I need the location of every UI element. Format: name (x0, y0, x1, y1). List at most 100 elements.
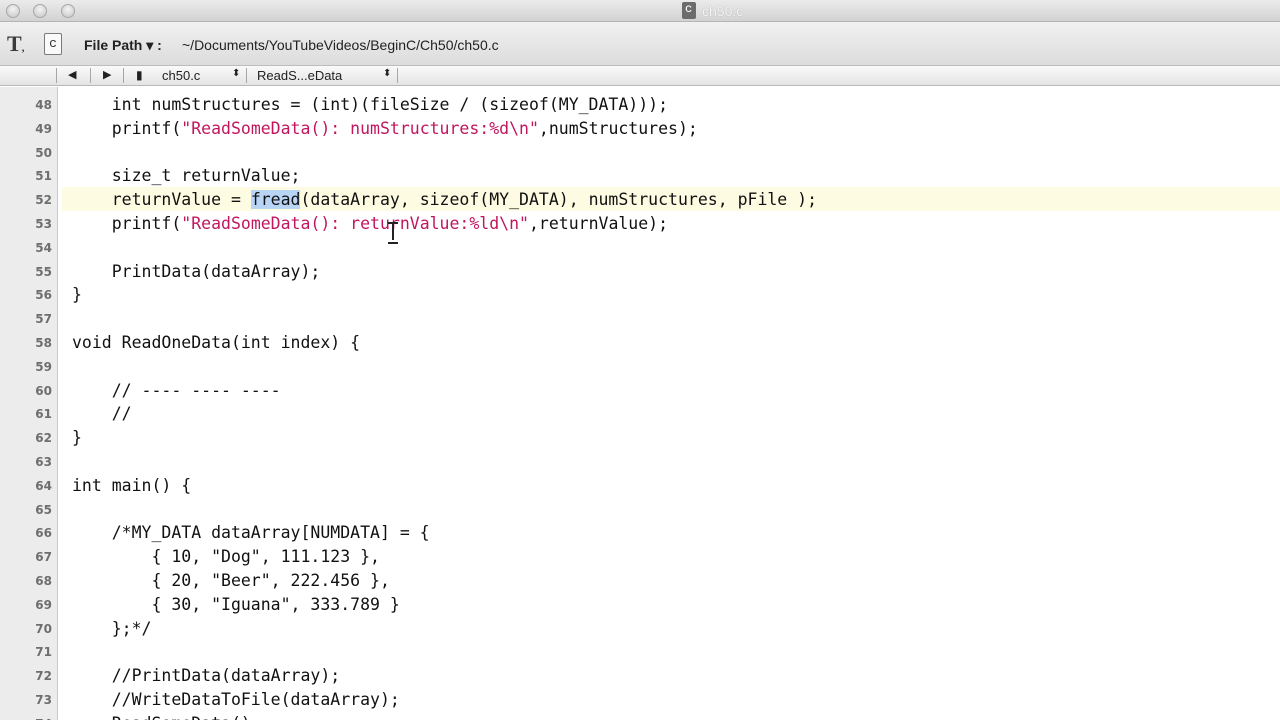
file-selector[interactable]: ch50.c (162, 68, 200, 83)
code-text: { 20, "Beer", 222.456 }, (72, 571, 390, 590)
code-line[interactable]: int main() { (72, 476, 191, 495)
file-path-value: ~/Documents/YouTubeVideos/BeginC/Ch50/ch… (182, 37, 499, 53)
function-selector-arrows-icon[interactable]: ⬍ (383, 68, 391, 79)
code-text: { 30, "Iguana", 333.789 } (72, 594, 400, 614)
line-number: 59 (35, 359, 52, 374)
line-number: 71 (35, 645, 52, 660)
line-number: 63 (35, 455, 52, 469)
code-text: returnValue = (72, 190, 251, 210)
string-literal: "ReadSomeData(): returnValue:%ld\n" (181, 214, 529, 233)
line-number: 67 (35, 550, 52, 565)
code-text: (dataArray, sizeof(MY_DATA), numStructur… (300, 190, 818, 210)
file-selector-arrows-icon[interactable]: ⬍ (232, 68, 240, 79)
title-bar: ch50.c (0, 0, 1280, 22)
divider (56, 68, 57, 83)
window-title-text: ch50.c (702, 2, 744, 19)
divider (246, 68, 247, 83)
code-line[interactable]: //WriteDataToFile(dataArray); (72, 690, 400, 709)
forward-arrow-icon[interactable]: ▶ (103, 68, 111, 81)
code-text: ReadSomeData(); (72, 714, 261, 720)
code-editor[interactable]: 48 49 50 51 52 53 54 55 56 57 58 59 60 61 62 63 64 65 66 67… (0, 87, 1280, 720)
code-line[interactable]: { 20, "Beer", 222.456 }, (72, 571, 390, 590)
code-text: ,returnValue); (528, 214, 669, 233)
code-text: // (72, 404, 132, 424)
code-line[interactable]: // ---- ---- ---- (72, 381, 281, 400)
file-icon: ▮ (136, 68, 143, 82)
divider (123, 68, 124, 83)
text-tool-icon[interactable]: T, (7, 31, 24, 57)
i-beam-cursor-icon (388, 222, 398, 244)
line-number: 56 (35, 288, 52, 303)
code-line[interactable]: };*/ (72, 618, 152, 638)
line-number: 48 (35, 98, 52, 112)
code-text: //WriteDataToFile(dataArray); (72, 690, 400, 709)
code-text: };*/ (72, 618, 152, 638)
code-text: PrintData(dataArray); (72, 261, 321, 281)
code-line[interactable]: } (72, 428, 82, 447)
code-text: } (72, 285, 82, 305)
close-window-button[interactable] (6, 4, 20, 18)
function-selector[interactable]: ReadS...eData (257, 68, 342, 83)
line-number: 54 (35, 240, 52, 255)
line-number: 68 (35, 574, 52, 588)
code-line[interactable]: ReadSomeData(); (72, 714, 261, 720)
line-number: 61 (35, 407, 52, 422)
code-line[interactable]: printf("ReadSomeData(): numStructures:%d… (72, 119, 698, 138)
code-line[interactable]: size_t returnValue; (72, 166, 301, 186)
line-number: 62 (35, 431, 52, 446)
c-file-icon (682, 2, 696, 19)
code-line[interactable]: void ReadOneData(int index) { (72, 333, 360, 352)
line-number: 69 (35, 597, 52, 612)
line-number: 60 (35, 383, 52, 398)
divider (397, 68, 398, 83)
zoom-window-button[interactable] (61, 4, 75, 18)
minimize-window-button[interactable] (33, 4, 47, 18)
line-number: 55 (35, 264, 52, 279)
code-text: void ReadOneData(int index) { (72, 333, 361, 352)
line-number: 73 (35, 693, 52, 707)
line-number: 58 (35, 336, 52, 350)
code-text: /*MY_DATA dataArray[NUMDATA] = { (72, 523, 430, 543)
code-text: int main() { (72, 475, 192, 495)
line-number: 53 (35, 217, 52, 231)
code-line[interactable]: printf("ReadSomeData(): returnValue:%ld\… (72, 214, 668, 233)
path-toolbar: T, c File Path ▾ : ~/Documents/YouTubeVi… (0, 22, 1280, 66)
code-line[interactable]: // (72, 404, 132, 423)
code-text: printf( (72, 214, 182, 233)
string-literal: "ReadSomeData(): numStructures:%d\n" (181, 118, 539, 138)
code-line[interactable]: int numStructures = (int)(fileSize / (si… (72, 95, 668, 114)
window-title: ch50.c (682, 2, 743, 19)
code-text: size_t returnValue; (72, 166, 301, 186)
code-line[interactable]: /*MY_DATA dataArray[NUMDATA] = { (72, 523, 430, 542)
code-text: int numStructures = (int)(fileSize / (si… (72, 95, 669, 114)
code-text: // ---- ---- ---- (72, 380, 281, 400)
line-number: 57 (35, 312, 52, 327)
code-line[interactable]: } (72, 285, 82, 304)
line-number: 52 (35, 193, 52, 208)
code-text: ,numStructures); (538, 118, 698, 138)
divider (90, 68, 91, 83)
code-text: } (72, 428, 82, 448)
c-document-icon[interactable]: c (44, 33, 62, 55)
code-line[interactable]: { 10, "Dog", 111.123 }, (72, 547, 380, 567)
line-number: 49 (35, 121, 52, 136)
code-text: //PrintData(dataArray); (72, 666, 341, 686)
code-line[interactable]: returnValue = fread(dataArray, sizeof(MY… (72, 190, 818, 210)
line-number: 51 (35, 169, 52, 184)
jump-bar: ◀ ▶ ▮ ch50.c ⬍ ReadS...eData ⬍ (0, 66, 1280, 86)
code-text: printf( (72, 118, 182, 138)
code-line[interactable]: //PrintData(dataArray); (72, 666, 340, 685)
selected-text: fread (250, 190, 301, 210)
file-path-menu[interactable]: File Path ▾ : (84, 37, 162, 54)
line-number: 70 (35, 621, 52, 636)
line-number: 66 (35, 526, 52, 541)
line-number: 65 (35, 502, 52, 517)
line-number: 50 (35, 145, 52, 160)
code-line[interactable]: PrintData(dataArray); (72, 261, 321, 281)
code-line[interactable]: { 30, "Iguana", 333.789 } (72, 594, 400, 614)
back-arrow-icon[interactable]: ◀ (68, 68, 76, 81)
line-number-gutter: 48 49 50 51 52 53 54 55 56 57 58 59 60 61 62 63 64 65 66 67… (0, 87, 58, 720)
code-text: { 10, "Dog", 111.123 }, (72, 547, 380, 567)
line-number: 72 (35, 669, 52, 684)
line-number: 64 (35, 478, 52, 493)
